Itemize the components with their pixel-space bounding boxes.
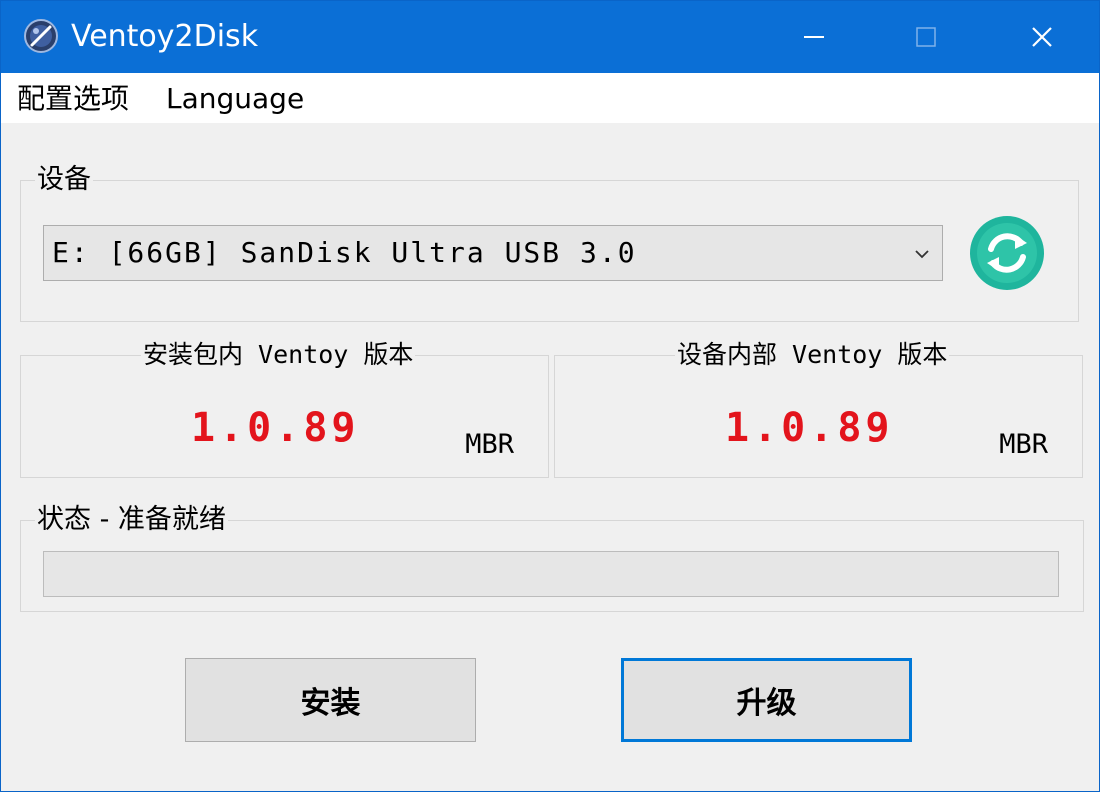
device-group-label: 设备 bbox=[35, 163, 93, 197]
ventoy2disk-window: Ventoy2Disk 配置选项 Language 设备 E: [66GB] S… bbox=[0, 0, 1100, 792]
minimize-button[interactable] bbox=[759, 1, 869, 73]
device-select-value: E: [66GB] SanDisk Ultra USB 3.0 bbox=[52, 236, 637, 269]
menu-options[interactable]: 配置选项 bbox=[17, 81, 129, 117]
device-version-group: 设备内部 Ventoy 版本 1.0.89 MBR bbox=[554, 338, 1083, 478]
close-button[interactable] bbox=[987, 1, 1097, 73]
package-version-group: 安装包内 Ventoy 版本 1.0.89 MBR bbox=[20, 338, 549, 478]
menu-bar: 配置选项 Language bbox=[1, 73, 1099, 123]
package-version-label: 安装包内 Ventoy 版本 bbox=[141, 338, 416, 372]
title-bar[interactable]: Ventoy2Disk bbox=[1, 1, 1099, 73]
refresh-icon[interactable] bbox=[969, 215, 1045, 291]
maximize-button[interactable] bbox=[871, 1, 981, 73]
device-partition-style: MBR bbox=[999, 429, 1048, 460]
maximize-icon bbox=[916, 27, 936, 47]
minimize-icon bbox=[804, 36, 824, 38]
menu-language[interactable]: Language bbox=[166, 81, 304, 117]
package-version-value: 1.0.89 bbox=[191, 405, 360, 451]
package-partition-style: MBR bbox=[465, 429, 514, 460]
status-label: 状态 - 准备就绪 bbox=[35, 503, 228, 537]
progress-bar bbox=[43, 551, 1059, 597]
window-title: Ventoy2Disk bbox=[71, 19, 259, 54]
install-button[interactable]: 安装 bbox=[185, 658, 476, 742]
update-button[interactable]: 升级 bbox=[621, 658, 912, 742]
device-select[interactable]: E: [66GB] SanDisk Ultra USB 3.0 bbox=[43, 225, 943, 281]
device-version-value: 1.0.89 bbox=[725, 405, 894, 451]
device-version-label: 设备内部 Ventoy 版本 bbox=[675, 338, 950, 372]
chevron-down-icon bbox=[915, 250, 929, 259]
ventoy-app-icon bbox=[24, 19, 58, 53]
close-icon bbox=[1032, 27, 1052, 47]
